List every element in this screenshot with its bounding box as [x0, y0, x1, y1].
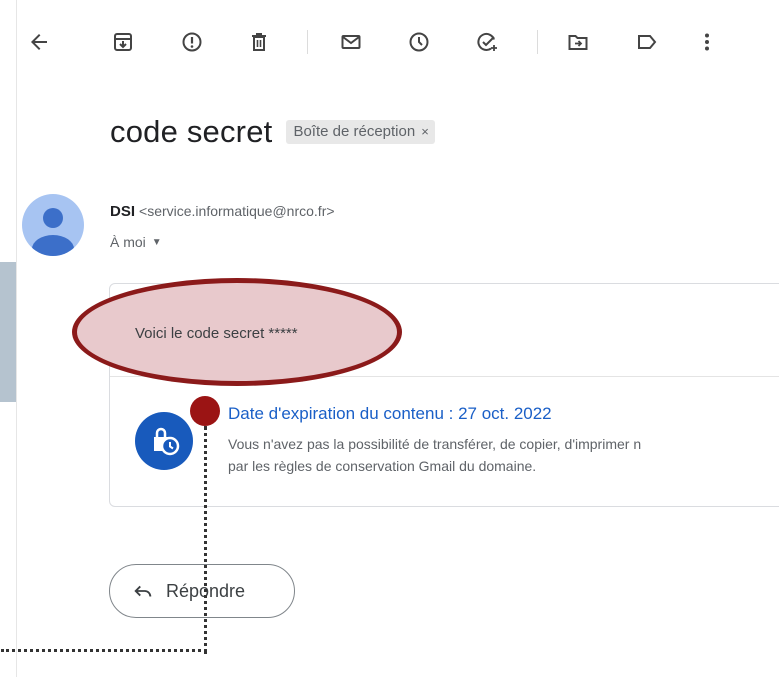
add-task-icon[interactable] [475, 30, 499, 54]
reply-button[interactable]: Répondre [109, 564, 295, 618]
label-icon[interactable] [635, 30, 659, 54]
email-view: code secret Boîte de réception × DSI <ser… [1, 0, 779, 677]
back-arrow-icon[interactable] [27, 30, 51, 54]
label-chip-text: Boîte de réception [293, 123, 416, 140]
recipient-details-toggle[interactable]: À moi ▼ [110, 234, 162, 250]
recipient-text: À moi [110, 234, 146, 250]
expiration-description: Vous n'avez pas la possibilité de transf… [228, 433, 779, 477]
content-expiration-badge [135, 412, 193, 470]
person-icon [32, 208, 74, 256]
email-body: Voici le code secret ***** [135, 325, 298, 342]
delete-icon[interactable] [247, 30, 271, 54]
expiration-line: Vous n'avez pas la possibilité de transf… [228, 436, 642, 452]
sender-name[interactable]: DSI [110, 203, 135, 220]
chevron-down-icon[interactable]: ▼ [152, 237, 162, 248]
more-vert-icon[interactable] [695, 30, 719, 54]
move-to-icon[interactable] [566, 30, 590, 54]
archive-icon[interactable] [111, 30, 135, 54]
annotation-dotted-line [204, 426, 207, 654]
email-subject: code secret [110, 114, 273, 149]
mark-unread-icon[interactable] [339, 30, 363, 54]
lock-clock-icon [154, 427, 180, 456]
remove-label-icon[interactable]: × [421, 124, 429, 139]
expiration-date-title: Date d'expiration du contenu : 27 oct. 2… [228, 404, 552, 423]
snooze-icon[interactable] [407, 30, 431, 54]
annotation-dotted-line [1, 649, 207, 652]
email-toolbar [17, 0, 779, 88]
sender-row: DSI <service.informatique@nrco.fr> [110, 203, 335, 220]
inbox-label-chip[interactable]: Boîte de réception × [286, 120, 435, 144]
toolbar-separator [537, 30, 538, 54]
reply-arrow-icon [134, 585, 152, 597]
sender-email: <service.informatique@nrco.fr> [139, 203, 335, 219]
annotation-marker-dot [190, 396, 220, 426]
expiration-line: par les règles de conservation Gmail du … [228, 458, 537, 474]
report-spam-icon[interactable] [180, 30, 204, 54]
sender-avatar[interactable] [22, 194, 84, 256]
background-strip [0, 262, 16, 402]
toolbar-separator [307, 30, 308, 54]
subject-row: code secret Boîte de réception × [110, 112, 435, 152]
